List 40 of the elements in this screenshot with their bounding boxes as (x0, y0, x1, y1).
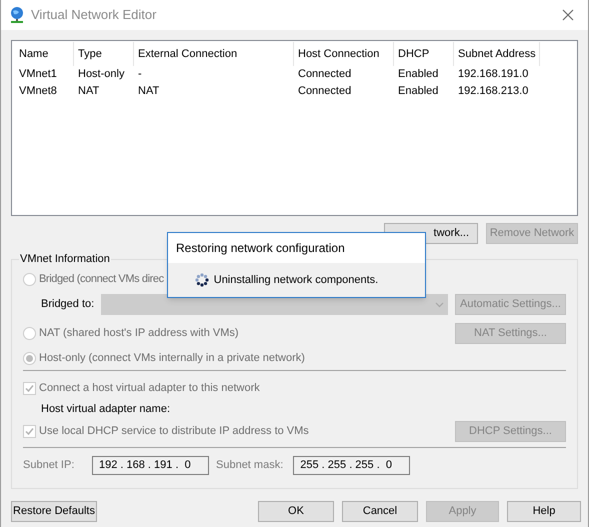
column-header[interactable]: Name (15, 42, 74, 66)
status-message: Uninstalling network components. (214, 272, 378, 288)
ip-address-field[interactable]: 192 . 168 . 191 . 0 (92, 456, 209, 475)
radio-label: NAT (shared host's IP address with VMs) (39, 326, 239, 342)
table-cell-text: Connected (297, 67, 352, 82)
table-cell-text: Enabled (397, 84, 440, 100)
field-label: Bridged to: (41, 298, 94, 310)
globe-icon (9, 6, 25, 24)
spinner-icon (194, 273, 209, 287)
field-label: Host virtual adapter name: (40, 402, 172, 417)
field-label: Subnet IP: (23, 458, 76, 474)
dialog-title: Restoring network configuration (168, 233, 425, 263)
table-cell-text: - (137, 67, 143, 82)
table-cell-text: NAT (77, 84, 100, 100)
cancel-button[interactable]: Cancel (342, 501, 418, 522)
table-cell-text: 192.168.213.0 (457, 84, 530, 100)
column-header[interactable]: Subnet Address (454, 42, 540, 66)
column-header[interactable]: DHCP (394, 42, 454, 66)
field-label: Subnet mask: (216, 458, 284, 474)
table-cell-text: VMnet8 (18, 84, 58, 100)
table-cell-text: Host-only (77, 67, 126, 82)
radio-label: Bridged (connect VMs direc (39, 272, 164, 287)
checkbox-label: Connect a host virtual adapter to this network (39, 380, 260, 396)
ip-address-field[interactable]: 255 . 255 . 255 . 0 (293, 456, 410, 475)
table-cell-text: Enabled (397, 67, 440, 82)
column-header[interactable]: External Connection (134, 42, 294, 66)
close-icon[interactable] (562, 9, 574, 21)
restore-defaults-button[interactable]: Restore Defaults (11, 501, 97, 522)
help-button[interactable]: Help (507, 501, 581, 522)
radio-label: Host-only (connect VMs internally in a private network) (39, 350, 305, 366)
table-cell-text: 192.168.191.0 (457, 67, 530, 82)
column-header[interactable]: Type (74, 42, 134, 66)
table-cell-text: NAT (137, 84, 160, 100)
window-title: Virtual Network Editor (31, 6, 158, 24)
table-cell-text: VMnet1 (18, 67, 58, 82)
chevron-down-icon (435, 302, 444, 308)
ok-button[interactable]: OK (258, 501, 334, 522)
table-cell-text: Connected (297, 84, 352, 100)
checkbox-label: Use local DHCP service to distribute IP address to VMs (39, 424, 309, 440)
column-header[interactable]: Host Connection (294, 42, 394, 66)
